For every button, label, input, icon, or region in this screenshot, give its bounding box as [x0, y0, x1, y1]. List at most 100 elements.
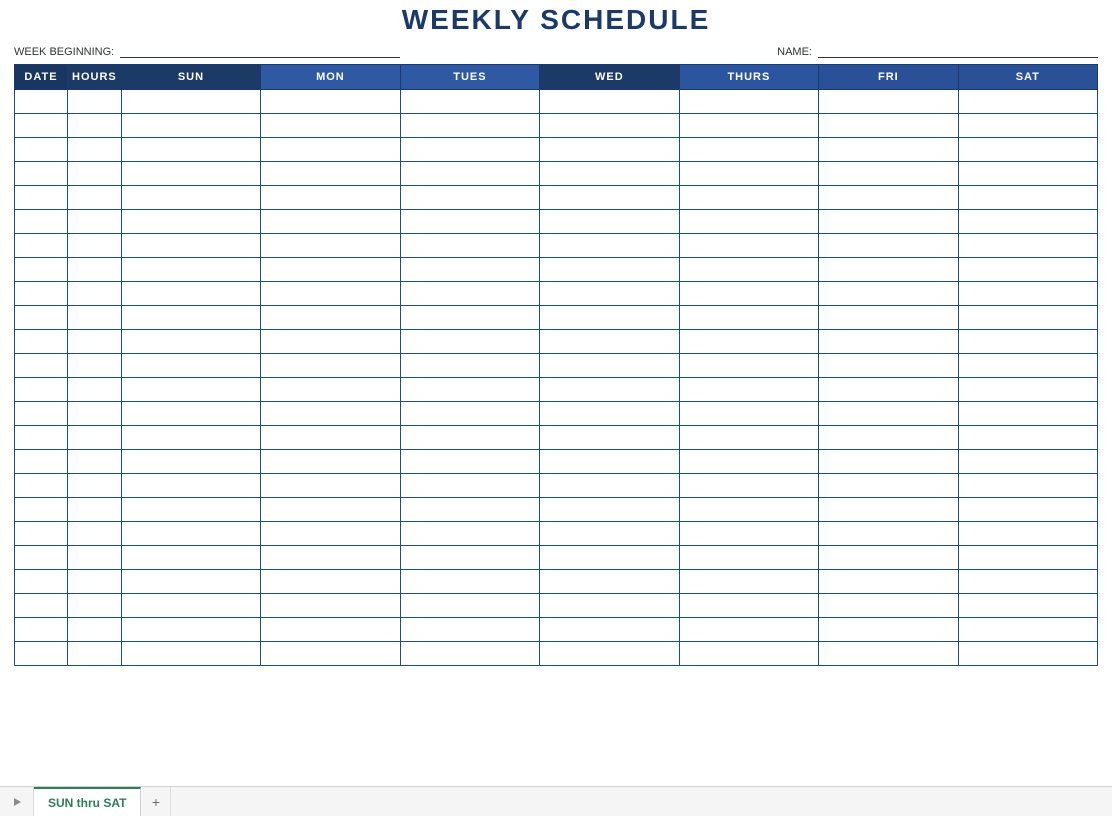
cell[interactable]	[540, 426, 679, 450]
cell[interactable]	[400, 186, 540, 210]
cell[interactable]	[540, 330, 679, 354]
cell[interactable]	[400, 114, 540, 138]
cell[interactable]	[958, 114, 1097, 138]
cell[interactable]	[540, 210, 679, 234]
cell[interactable]	[121, 234, 260, 258]
cell[interactable]	[15, 282, 68, 306]
cell[interactable]	[819, 354, 958, 378]
cell[interactable]	[121, 282, 260, 306]
cell[interactable]	[121, 258, 260, 282]
cell[interactable]	[540, 282, 679, 306]
cell[interactable]	[68, 354, 122, 378]
cell[interactable]	[68, 426, 122, 450]
cell[interactable]	[540, 138, 679, 162]
cell[interactable]	[261, 210, 400, 234]
cell[interactable]	[261, 450, 400, 474]
cell[interactable]	[819, 306, 958, 330]
cell[interactable]	[679, 306, 819, 330]
sheet-nav-button[interactable]	[0, 787, 34, 816]
cell[interactable]	[68, 186, 122, 210]
cell[interactable]	[958, 162, 1097, 186]
cell[interactable]	[958, 330, 1097, 354]
cell[interactable]	[679, 546, 819, 570]
cell[interactable]	[819, 522, 958, 546]
cell[interactable]	[15, 570, 68, 594]
cell[interactable]	[679, 162, 819, 186]
cell[interactable]	[540, 114, 679, 138]
cell[interactable]	[261, 162, 400, 186]
cell[interactable]	[121, 210, 260, 234]
cell[interactable]	[540, 570, 679, 594]
cell[interactable]	[400, 570, 540, 594]
cell[interactable]	[819, 618, 958, 642]
cell[interactable]	[15, 546, 68, 570]
cell[interactable]	[819, 570, 958, 594]
cell[interactable]	[679, 450, 819, 474]
cell[interactable]	[15, 618, 68, 642]
cell[interactable]	[679, 426, 819, 450]
cell[interactable]	[15, 522, 68, 546]
cell[interactable]	[68, 90, 122, 114]
cell[interactable]	[400, 210, 540, 234]
cell[interactable]	[679, 570, 819, 594]
cell[interactable]	[679, 282, 819, 306]
cell[interactable]	[15, 402, 68, 426]
cell[interactable]	[68, 522, 122, 546]
week-beginning-input[interactable]	[120, 44, 400, 58]
cell[interactable]	[679, 114, 819, 138]
sheet-tab-active[interactable]: SUN thru SAT	[34, 787, 141, 816]
cell[interactable]	[68, 642, 122, 666]
cell[interactable]	[68, 378, 122, 402]
cell[interactable]	[958, 618, 1097, 642]
cell[interactable]	[68, 474, 122, 498]
cell[interactable]	[819, 210, 958, 234]
cell[interactable]	[68, 114, 122, 138]
cell[interactable]	[819, 450, 958, 474]
cell[interactable]	[15, 258, 68, 282]
cell[interactable]	[400, 258, 540, 282]
cell[interactable]	[15, 234, 68, 258]
cell[interactable]	[68, 330, 122, 354]
cell[interactable]	[958, 258, 1097, 282]
cell[interactable]	[15, 114, 68, 138]
cell[interactable]	[958, 90, 1097, 114]
cell[interactable]	[679, 354, 819, 378]
cell[interactable]	[261, 642, 400, 666]
cell[interactable]	[540, 498, 679, 522]
add-sheet-button[interactable]: +	[141, 787, 171, 816]
cell[interactable]	[121, 90, 260, 114]
cell[interactable]	[540, 402, 679, 426]
cell[interactable]	[540, 234, 679, 258]
cell[interactable]	[819, 162, 958, 186]
cell[interactable]	[15, 354, 68, 378]
cell[interactable]	[819, 258, 958, 282]
cell[interactable]	[121, 306, 260, 330]
cell[interactable]	[679, 138, 819, 162]
cell[interactable]	[261, 90, 400, 114]
cell[interactable]	[261, 138, 400, 162]
cell[interactable]	[68, 546, 122, 570]
cell[interactable]	[958, 642, 1097, 666]
cell[interactable]	[400, 234, 540, 258]
cell[interactable]	[261, 186, 400, 210]
cell[interactable]	[958, 210, 1097, 234]
cell[interactable]	[679, 186, 819, 210]
cell[interactable]	[15, 426, 68, 450]
cell[interactable]	[121, 618, 260, 642]
cell[interactable]	[540, 642, 679, 666]
cell[interactable]	[400, 330, 540, 354]
cell[interactable]	[400, 546, 540, 570]
cell[interactable]	[679, 234, 819, 258]
cell[interactable]	[819, 474, 958, 498]
cell[interactable]	[261, 546, 400, 570]
cell[interactable]	[958, 282, 1097, 306]
cell[interactable]	[958, 378, 1097, 402]
cell[interactable]	[261, 570, 400, 594]
cell[interactable]	[958, 306, 1097, 330]
cell[interactable]	[819, 330, 958, 354]
cell[interactable]	[400, 282, 540, 306]
cell[interactable]	[819, 594, 958, 618]
cell[interactable]	[15, 474, 68, 498]
cell[interactable]	[400, 426, 540, 450]
cell[interactable]	[68, 258, 122, 282]
